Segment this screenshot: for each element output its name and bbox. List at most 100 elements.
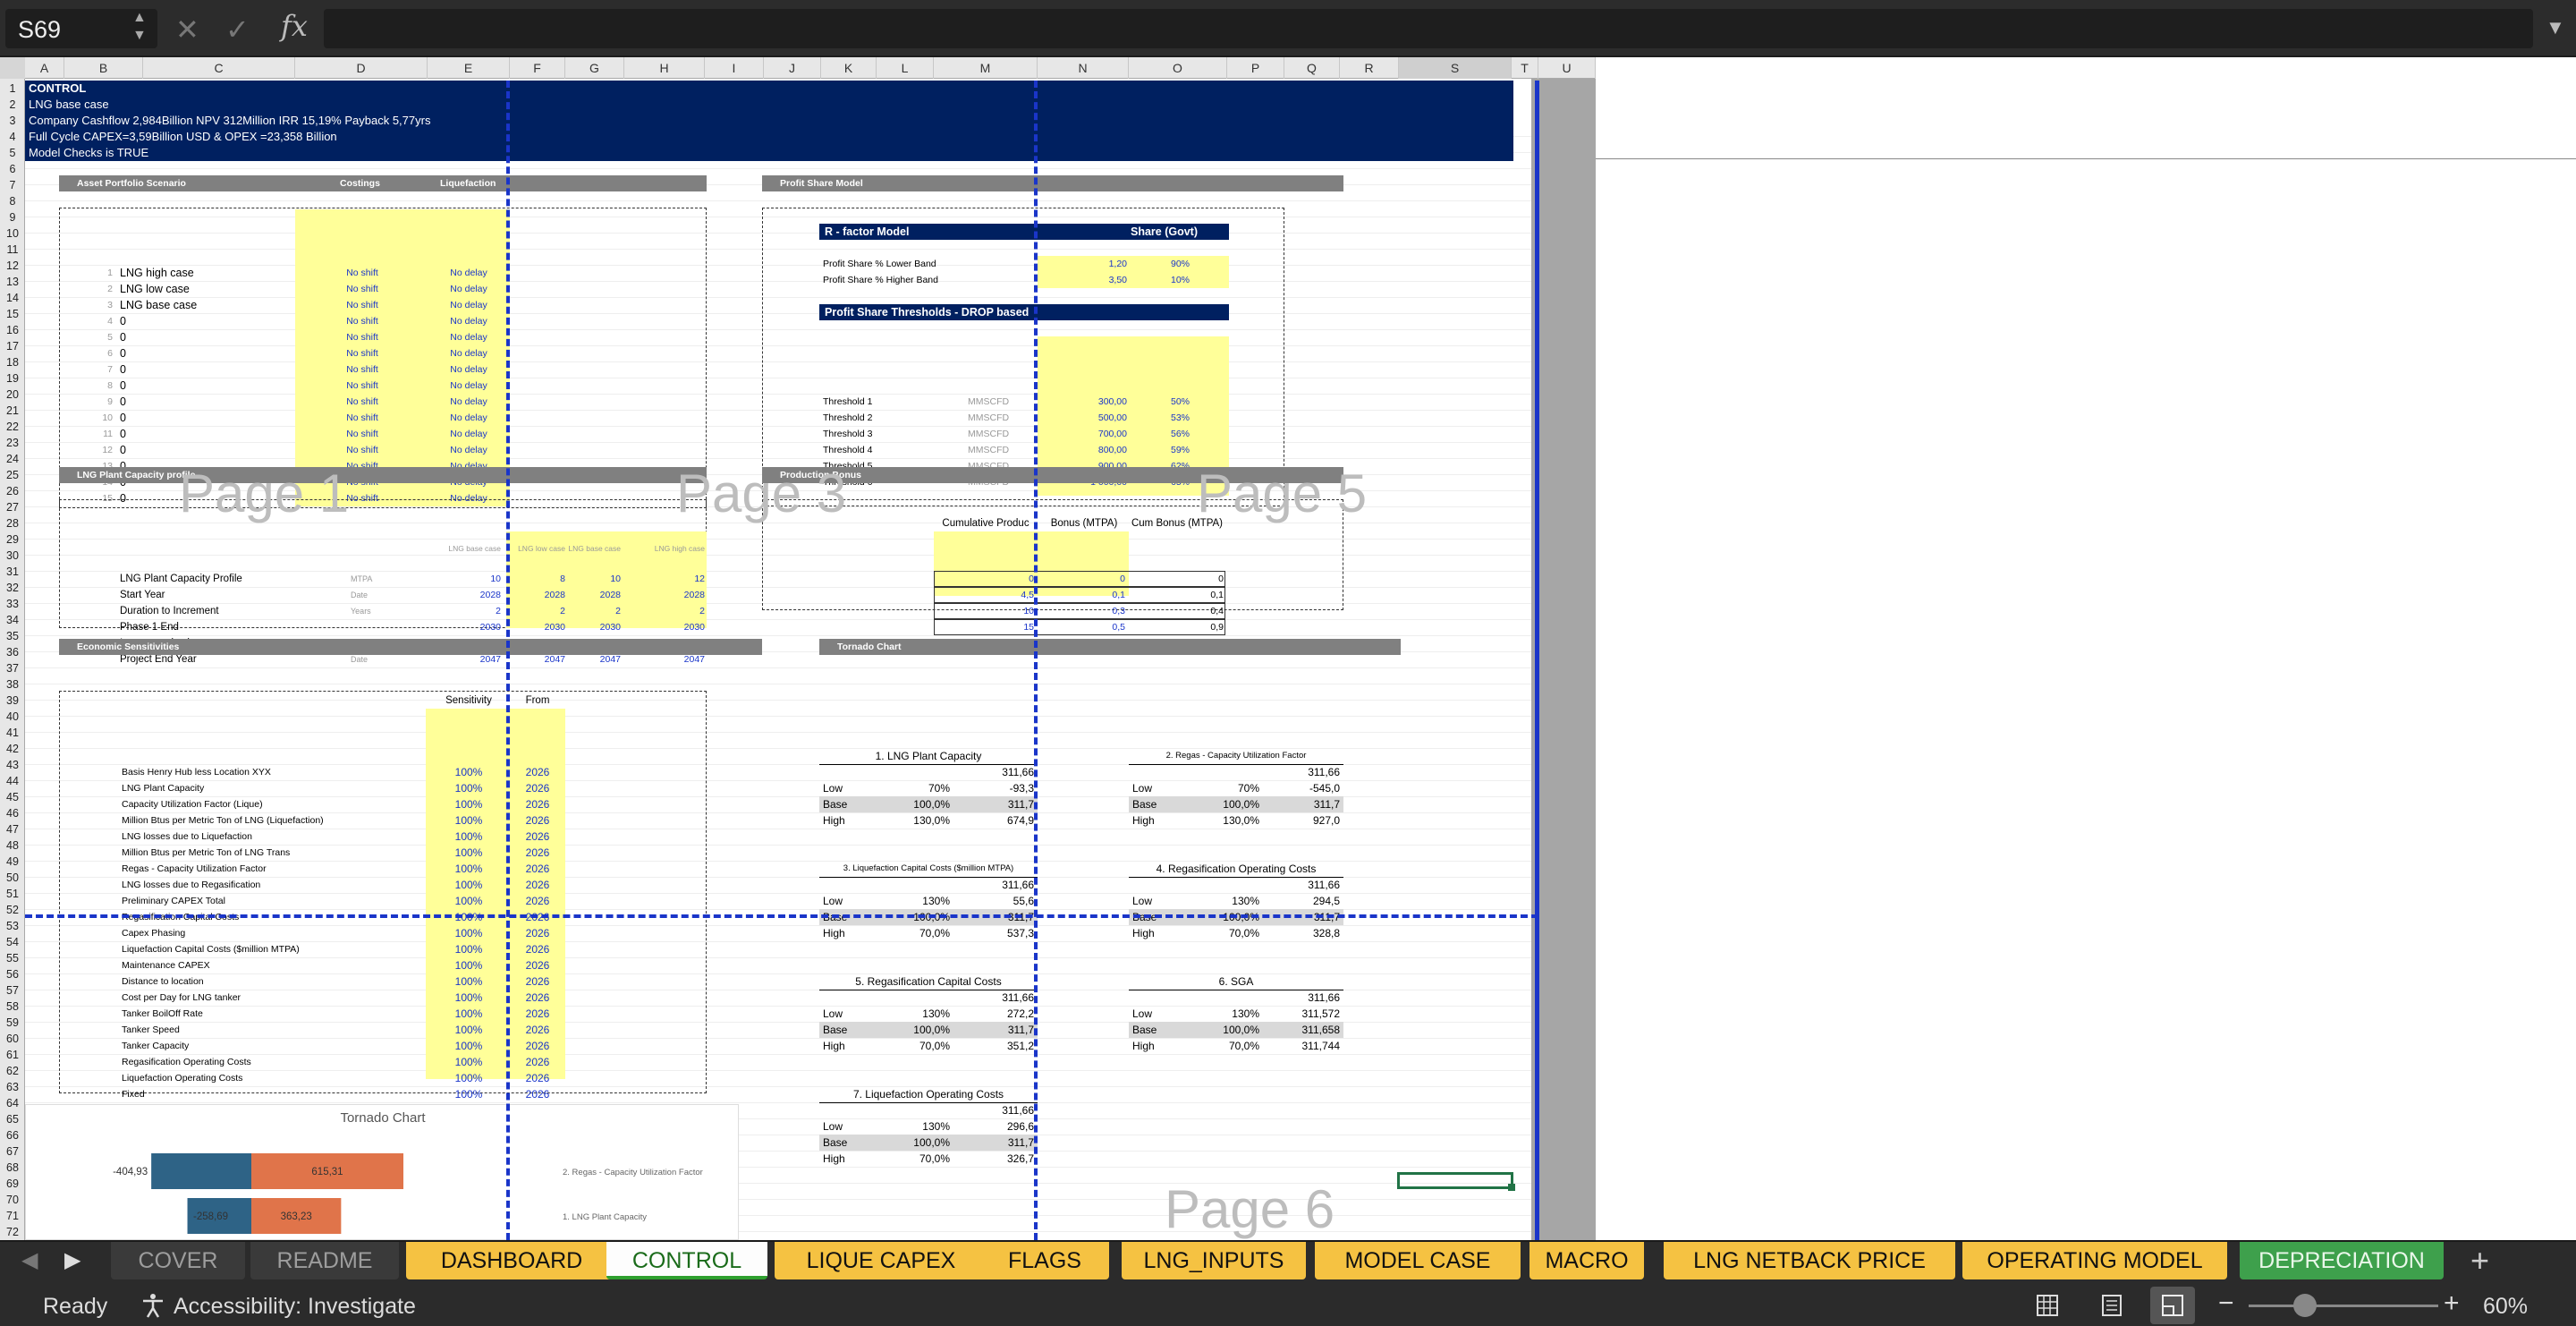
row-header[interactable]: 66 bbox=[0, 1127, 25, 1143]
row-header[interactable]: 34 bbox=[0, 612, 25, 628]
col-header-j[interactable]: J bbox=[764, 57, 821, 79]
col-header-r[interactable]: R bbox=[1340, 57, 1399, 79]
row-header[interactable]: 39 bbox=[0, 693, 25, 709]
accessibility-icon[interactable] bbox=[140, 1292, 166, 1319]
normal-view-icon[interactable] bbox=[2036, 1294, 2059, 1317]
sheet-tab-operating-model[interactable]: OPERATING MODEL bbox=[1962, 1242, 2227, 1279]
row-header[interactable]: 31 bbox=[0, 564, 25, 580]
col-header-o[interactable]: O bbox=[1129, 57, 1227, 79]
sheet-tab-readme[interactable]: README bbox=[250, 1242, 399, 1279]
asset-costing-cell[interactable]: No shift bbox=[322, 394, 402, 410]
page-break-view-icon[interactable] bbox=[2161, 1294, 2184, 1317]
econ-from-cell[interactable]: 2026 bbox=[510, 1006, 565, 1022]
capacity-value[interactable]: 2028 bbox=[624, 587, 705, 603]
econ-sensitivity-cell[interactable]: 100% bbox=[428, 990, 510, 1006]
row-header[interactable]: 43 bbox=[0, 757, 25, 773]
econ-sensitivity-cell[interactable]: 100% bbox=[428, 925, 510, 941]
asset-costing-cell[interactable]: No shift bbox=[322, 265, 402, 281]
capacity-value[interactable]: 2 bbox=[565, 603, 621, 619]
bonus-mtpa[interactable]: 0 bbox=[1038, 571, 1125, 587]
row-header[interactable]: 60 bbox=[0, 1031, 25, 1047]
econ-sensitivity-cell[interactable]: 100% bbox=[428, 877, 510, 893]
row-header[interactable]: 68 bbox=[0, 1160, 25, 1176]
econ-from-cell[interactable]: 2026 bbox=[510, 957, 565, 973]
col-header-b[interactable]: B bbox=[64, 57, 143, 79]
capacity-value[interactable]: 2028 bbox=[510, 587, 565, 603]
row-header[interactable]: 13 bbox=[0, 274, 25, 290]
sheet-tab-lique-capex[interactable]: LIQUE CAPEX bbox=[775, 1242, 987, 1279]
econ-from-cell[interactable]: 2026 bbox=[510, 893, 565, 909]
row-header[interactable]: 51 bbox=[0, 886, 25, 902]
asset-liquefaction-cell[interactable]: No delay bbox=[428, 394, 510, 410]
row-header[interactable]: 20 bbox=[0, 387, 25, 403]
econ-sensitivity-cell[interactable]: 100% bbox=[428, 1070, 510, 1086]
row-header[interactable]: 28 bbox=[0, 515, 25, 531]
asset-liquefaction-cell[interactable]: No delay bbox=[428, 281, 510, 297]
threshold-pct[interactable]: 56% bbox=[1145, 426, 1190, 442]
row-header[interactable]: 4 bbox=[0, 129, 25, 145]
capacity-value[interactable]: 8 bbox=[510, 571, 565, 587]
capacity-value[interactable]: 2030 bbox=[445, 619, 501, 635]
asset-costing-cell[interactable]: No shift bbox=[322, 297, 402, 313]
row-header[interactable]: 7 bbox=[0, 177, 25, 193]
row-header[interactable]: 56 bbox=[0, 966, 25, 982]
asset-liquefaction-cell[interactable]: No delay bbox=[428, 345, 510, 361]
row-header[interactable]: 45 bbox=[0, 789, 25, 805]
capacity-value[interactable]: 2 bbox=[445, 603, 501, 619]
asset-costing-cell[interactable]: No shift bbox=[322, 281, 402, 297]
page-break-vertical-1[interactable] bbox=[506, 81, 510, 1240]
row-header[interactable]: 57 bbox=[0, 982, 25, 999]
col-header-h[interactable]: H bbox=[624, 57, 705, 79]
econ-from-cell[interactable]: 2026 bbox=[510, 845, 565, 861]
row-header[interactable]: 65 bbox=[0, 1111, 25, 1127]
zoom-slider-thumb[interactable] bbox=[2293, 1294, 2317, 1317]
prev-sheet-icon[interactable]: ◀ bbox=[21, 1247, 38, 1273]
col-header-f[interactable]: F bbox=[510, 57, 565, 79]
econ-from-cell[interactable]: 2026 bbox=[510, 780, 565, 796]
row-header[interactable]: 41 bbox=[0, 725, 25, 741]
asset-liquefaction-cell[interactable]: No delay bbox=[428, 313, 510, 329]
zoom-level[interactable]: 60% bbox=[2483, 1294, 2528, 1320]
row-header[interactable]: 36 bbox=[0, 644, 25, 660]
threshold-pct[interactable]: 50% bbox=[1145, 394, 1190, 410]
econ-sensitivity-cell[interactable]: 100% bbox=[428, 1086, 510, 1102]
econ-sensitivity-cell[interactable]: 100% bbox=[428, 1006, 510, 1022]
sheet-tab-flags[interactable]: FLAGS bbox=[980, 1242, 1109, 1279]
row-header[interactable]: 21 bbox=[0, 403, 25, 419]
row-header[interactable]: 40 bbox=[0, 709, 25, 725]
asset-liquefaction-cell[interactable]: No delay bbox=[428, 265, 510, 281]
col-header-q[interactable]: Q bbox=[1284, 57, 1340, 79]
row-header[interactable]: 17 bbox=[0, 338, 25, 354]
threshold-value[interactable]: 800,00 bbox=[1055, 442, 1127, 458]
col-header-m[interactable]: M bbox=[934, 57, 1038, 79]
capacity-value[interactable]: 12 bbox=[624, 571, 705, 587]
threshold-value[interactable]: 300,00 bbox=[1055, 394, 1127, 410]
selected-cell-s69[interactable] bbox=[1397, 1172, 1513, 1189]
row-header[interactable]: 63 bbox=[0, 1079, 25, 1095]
capacity-value[interactable]: 2030 bbox=[565, 619, 621, 635]
row-header[interactable]: 23 bbox=[0, 435, 25, 451]
row-header[interactable]: 58 bbox=[0, 999, 25, 1015]
row-header[interactable]: 52 bbox=[0, 902, 25, 918]
page-break-vertical-2[interactable] bbox=[1034, 81, 1038, 1240]
row-header[interactable]: 62 bbox=[0, 1063, 25, 1079]
col-header-s[interactable]: S bbox=[1399, 57, 1512, 79]
row-header[interactable]: 6 bbox=[0, 161, 25, 177]
sheet-tab-macro[interactable]: MACRO bbox=[1530, 1242, 1644, 1279]
econ-from-cell[interactable]: 2026 bbox=[510, 861, 565, 877]
status-accessibility[interactable]: Accessibility: Investigate bbox=[174, 1294, 416, 1320]
asset-liquefaction-cell[interactable]: No delay bbox=[428, 426, 510, 442]
row-header[interactable]: 72 bbox=[0, 1224, 25, 1240]
col-header-i[interactable]: I bbox=[705, 57, 764, 79]
sheet-tab-control[interactable]: CONTROL bbox=[606, 1242, 767, 1279]
row-header[interactable]: 59 bbox=[0, 1015, 25, 1031]
page-break-horizontal[interactable] bbox=[25, 914, 1538, 918]
row-header[interactable]: 10 bbox=[0, 225, 25, 242]
asset-costing-cell[interactable]: No shift bbox=[322, 426, 402, 442]
econ-sensitivity-cell[interactable]: 100% bbox=[428, 845, 510, 861]
econ-sensitivity-cell[interactable]: 100% bbox=[428, 780, 510, 796]
col-header-g[interactable]: G bbox=[565, 57, 624, 79]
asset-liquefaction-cell[interactable]: No delay bbox=[428, 297, 510, 313]
row-header[interactable]: 47 bbox=[0, 821, 25, 837]
row-header[interactable]: 2 bbox=[0, 97, 25, 113]
